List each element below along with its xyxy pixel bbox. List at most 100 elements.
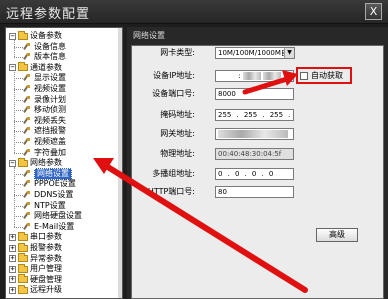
tree-connector (14, 46, 23, 48)
http-port-field[interactable]: 80 (215, 186, 294, 198)
settings-leaf-icon (24, 106, 31, 114)
tree-item[interactable]: PPPOE设置 (24, 179, 76, 189)
tree-item[interactable]: DDNS设置 (24, 190, 73, 200)
settings-leaf-icon (24, 169, 31, 178)
expand-icon[interactable]: + (9, 265, 16, 273)
tree-scrollbar[interactable] (118, 28, 122, 298)
tree-label: 版本信息 (34, 52, 66, 62)
expand-icon[interactable]: + (9, 255, 16, 263)
tree-connector (14, 110, 23, 112)
tree-item[interactable]: 录像计划 (24, 95, 66, 105)
config-tree: − 设备参数 设备信息 版本信息 − 通道参数 显示设置 视频设置 录像计划 移动侦测 视频丢失 遮挡… (5, 27, 123, 299)
tree-connector (14, 216, 23, 218)
port-label: 设备端口号: (152, 89, 195, 98)
tree-item[interactable]: 网络设置 (24, 167, 72, 180)
collapse-icon[interactable]: − (9, 64, 16, 72)
tree-connector (14, 142, 23, 143)
tree-item[interactable]: NTP设置 (24, 201, 66, 211)
ip-label: 设备IP地址: (153, 71, 195, 80)
port-value: 8000 (218, 90, 236, 98)
settings-leaf-icon (24, 212, 31, 220)
tree-label: 用户管理 (30, 264, 62, 274)
tree-label: 显示设置 (34, 73, 66, 83)
tree-label: 硬盘管理 (30, 274, 62, 284)
mask-seg-1: 255 (218, 111, 232, 119)
mc-seg-2: 0 (234, 170, 240, 178)
section-header: 网络设置 (131, 28, 384, 44)
tree-label: DDNS设置 (34, 190, 74, 199)
tree-item[interactable]: 设备信息 (24, 42, 66, 52)
multicast-field[interactable]: 0 . 0 . 0 . 0 (215, 168, 294, 180)
dhcp-checkbox[interactable] (300, 71, 308, 80)
tree-group[interactable]: + 异常参数 (9, 253, 62, 264)
tree-group[interactable]: − 通道参数 (9, 62, 62, 73)
expand-icon[interactable]: + (9, 286, 16, 294)
tree-connector (14, 173, 23, 175)
tree-item[interactable]: 遮挡报警 (24, 126, 66, 136)
tree-label: 移动侦测 (34, 105, 66, 115)
tree-connector (14, 120, 23, 122)
tree-group[interactable]: + 用户管理 (9, 263, 62, 274)
mask-seg-2: 255 (243, 111, 258, 119)
tree-connector (14, 57, 23, 59)
tree-group[interactable]: + 串口参数 (9, 231, 62, 242)
close-button[interactable]: X (365, 3, 382, 20)
settings-leaf-icon (24, 191, 31, 199)
gateway-field[interactable] (215, 128, 294, 140)
tree-connector (14, 99, 23, 101)
expand-icon[interactable]: + (9, 276, 16, 284)
tree-label: 录像计划 (34, 94, 66, 104)
dhcp-checkbox-row[interactable]: 自动获取 (300, 70, 343, 81)
tree-item[interactable]: 移动侦测 (24, 105, 66, 115)
window-title: 远程参数配置 (6, 7, 91, 22)
collapse-icon[interactable]: − (9, 32, 16, 40)
tree-label: 通道参数 (30, 62, 62, 72)
folder-icon (18, 263, 28, 273)
port-field[interactable]: 8000 (215, 88, 294, 100)
settings-leaf-icon (24, 138, 31, 146)
tree-label: 视频丢失 (34, 115, 66, 125)
tree-item[interactable]: 视频丢失 (24, 116, 66, 126)
ip-segment-blurred (263, 72, 282, 80)
tree-group[interactable]: − 网络参数 (9, 157, 62, 168)
mac-value: 00:40:48:30:04:5f (218, 150, 282, 158)
settings-leaf-icon (24, 85, 31, 93)
tree-item[interactable]: 显示设置 (24, 73, 66, 83)
tree-item[interactable]: 视频设置 (24, 84, 66, 94)
tree-label: 串口参数 (30, 232, 62, 242)
folder-icon (18, 30, 28, 40)
ip-value: : (238, 72, 241, 80)
advanced-button[interactable]: 高级 (316, 228, 358, 242)
gateway-label: 网关地址: (160, 129, 195, 138)
folder-icon (18, 253, 28, 263)
tree-connector (14, 131, 23, 133)
folder-icon (18, 62, 28, 72)
mc-seg-4: 0 (268, 170, 274, 178)
tree-label: E-Mail设置 (34, 221, 75, 231)
mask-field[interactable]: 255 . 255 . 255 . 0 (215, 109, 294, 121)
tree-group[interactable]: + 硬盘管理 (9, 274, 62, 285)
tree-item[interactable]: 视频遮盖 (24, 137, 66, 147)
tree-item[interactable]: 版本信息 (24, 52, 66, 62)
expand-icon[interactable]: + (9, 233, 16, 241)
ip-field[interactable]: : (215, 70, 294, 82)
mask-label: 掩码地址: (160, 110, 195, 119)
tree-item[interactable]: 网络硬盘设置 (24, 211, 82, 221)
tree-group[interactable]: + 报警参数 (9, 242, 62, 253)
settings-leaf-icon (24, 42, 31, 51)
folder-icon (18, 284, 28, 294)
tree-label: NTP设置 (34, 200, 66, 210)
tree-group[interactable]: − 设备参数 (9, 30, 62, 41)
tree-item[interactable]: 字符叠加 (24, 148, 66, 158)
folder-icon (18, 242, 28, 252)
tree-connector (14, 40, 15, 58)
collapse-icon[interactable]: − (9, 159, 16, 167)
tree-item[interactable]: E-Mail设置 (24, 222, 74, 232)
tree-group[interactable]: + 远程升级 (9, 284, 62, 295)
ip-segment-blurred (242, 72, 261, 80)
tree-connector (14, 195, 23, 196)
expand-icon[interactable]: + (9, 244, 16, 252)
tree-label: 视频设置 (34, 84, 66, 93)
nic-type-select[interactable]: 10M/100M/1000M自适 ▼ (215, 47, 295, 59)
folder-icon (18, 274, 28, 284)
